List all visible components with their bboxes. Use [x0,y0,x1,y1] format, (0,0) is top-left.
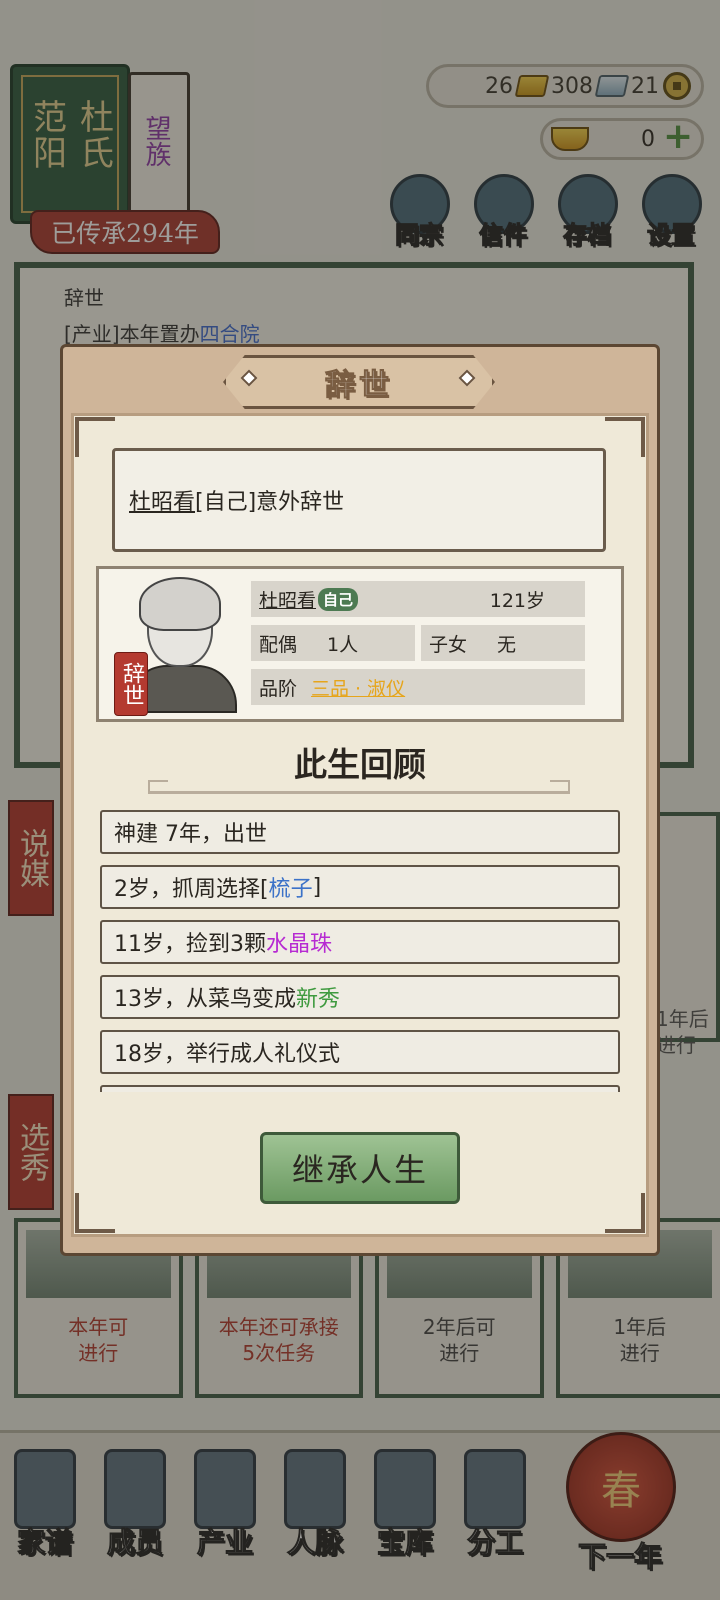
profile-age: 121岁 [489,589,545,612]
event-description: [自己]意外辞世 [195,490,345,515]
life-event-highlight: 梳子 [268,877,313,902]
life-review-list[interactable]: 神建 7年，出世 2岁，抓周选择[梳子] 11岁，捡到3颗 水晶珠 13岁，从菜鸟… [100,810,620,1092]
life-event-highlight: 新秀 [296,987,341,1012]
profile-name-row: 杜昭看 自己 121岁 [251,581,585,617]
life-event-item: 11岁，捡到3颗 水晶珠 [100,920,620,964]
children-value: 无 [497,633,517,656]
self-badge: 自己 [318,587,359,611]
corner-ornament-icon [605,417,645,457]
life-event-text: 18岁，举行成人礼仪式 [114,1042,340,1067]
corner-ornament-icon [75,417,115,457]
inherit-life-button[interactable]: 继承人生 [260,1132,460,1204]
title-divider [148,780,570,794]
life-event-item: 神建 7年，出世 [100,810,620,854]
life-event-item [100,1085,620,1092]
life-event-text: 神建 7年，出世 [114,822,267,847]
profile-children-row: 子女 无 [421,625,585,661]
rank-value[interactable]: 三品 · 淑仪 [311,674,405,701]
spouse-value: 1人 [327,633,359,656]
life-event-text: ] [312,874,322,900]
life-event-item: 18岁，举行成人礼仪式 [100,1030,620,1074]
life-review-title: 此生回顾 [294,745,426,784]
death-event-text: 杜昭看 [自己]意外辞世 [112,448,606,552]
life-event-text: 13岁，从菜鸟变成 [114,987,296,1012]
spouse-label: 配偶 [259,633,298,656]
rank-label: 品阶 [259,677,298,700]
profile-rank-row: 品阶 三品 · 淑仪 [251,669,585,705]
life-event-text: 11岁，捡到3颗 [114,932,266,957]
profile-spouse-row: 配偶 1人 [251,625,415,661]
life-event-item: 2岁，抓周选择[梳子] [100,865,620,909]
life-event-item: 13岁，从菜鸟变成 新秀 [100,975,620,1019]
dialog-title: 辞世 [325,368,393,404]
profile-card: 杜昭看 自己 121岁 配偶 1人 子女 无 品阶 三品 · 淑仪 [96,566,624,722]
dialog-title-banner: 辞世 [223,355,495,409]
corner-ornament-icon [605,1193,645,1233]
life-event-text: 2岁，抓周选择[ [114,877,269,902]
deceased-seal: 辞世 [114,652,148,716]
profile-name[interactable]: 杜昭看 [259,586,316,613]
life-event-highlight: 水晶珠 [266,932,333,957]
children-label: 子女 [429,633,468,656]
corner-ornament-icon [75,1193,115,1233]
deceased-name[interactable]: 杜昭看 [129,484,195,516]
